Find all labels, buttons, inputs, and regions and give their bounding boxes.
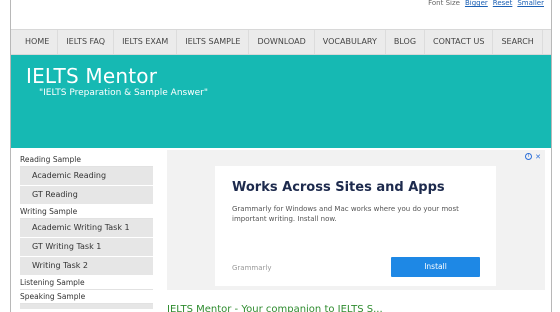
nav-blog[interactable]: BLOG bbox=[386, 30, 424, 54]
ad-advertiser: Grammarly bbox=[232, 264, 272, 272]
site-banner: IELTS Mentor "IELTS Preparation & Sample… bbox=[11, 55, 551, 148]
ad-close-icon[interactable]: ✕ bbox=[535, 153, 541, 161]
ad-install-button[interactable]: Install bbox=[391, 257, 480, 277]
ad-headline[interactable]: Works Across Sites and Apps bbox=[232, 180, 445, 195]
ad-card[interactable]: Works Across Sites and Apps Grammarly fo… bbox=[215, 166, 496, 286]
font-smaller-link[interactable]: Smaller bbox=[517, 0, 544, 7]
sidebar: Reading Sample Academic Reading GT Readi… bbox=[20, 153, 153, 310]
nav-home[interactable]: HOME bbox=[17, 30, 57, 54]
ad-choices[interactable]: i ✕ bbox=[525, 153, 541, 161]
nav-divider bbox=[541, 30, 543, 54]
site-title[interactable]: IELTS Mentor bbox=[26, 64, 157, 88]
nav-contact-us[interactable]: CONTACT US bbox=[425, 30, 492, 54]
nav-ielts-sample[interactable]: IELTS SAMPLE bbox=[177, 30, 248, 54]
nav-search[interactable]: SEARCH bbox=[493, 30, 541, 54]
main-nav: HOME IELTS FAQ IELTS EXAM IELTS SAMPLE D… bbox=[11, 29, 551, 55]
sidebar-item-writing-task-2[interactable]: Writing Task 2 bbox=[20, 257, 153, 276]
ad-block: i ✕ Works Across Sites and Apps Grammarl… bbox=[167, 150, 545, 290]
sidebar-item-gt-reading[interactable]: GT Reading bbox=[20, 186, 153, 205]
nav-vocabulary[interactable]: VOCABULARY bbox=[315, 30, 385, 54]
nav-ielts-exam[interactable]: IELTS EXAM bbox=[114, 30, 176, 54]
ad-info-icon[interactable]: i bbox=[525, 153, 533, 160]
sidebar-item-academic-writing-task-1[interactable]: Academic Writing Task 1 bbox=[20, 219, 153, 238]
font-reset-link[interactable]: Reset bbox=[493, 0, 513, 7]
right-border bbox=[551, 0, 552, 312]
page-heading: IELTS Mentor - Your companion to IELTS S… bbox=[167, 304, 383, 312]
font-size-bar: Font Size Bigger Reset Smaller bbox=[428, 0, 544, 12]
sidebar-item-academic-reading[interactable]: Academic Reading bbox=[20, 167, 153, 186]
font-bigger-link[interactable]: Bigger bbox=[465, 0, 488, 7]
ad-description: Grammarly for Windows and Mac works wher… bbox=[232, 205, 459, 223]
sidebar-item-gt-writing-task-1[interactable]: GT Writing Task 1 bbox=[20, 238, 153, 257]
sidebar-item-speaking-partial[interactable] bbox=[20, 304, 153, 310]
sidebar-heading-reading[interactable]: Reading Sample bbox=[20, 153, 153, 167]
nav-download[interactable]: DOWNLOAD bbox=[249, 30, 313, 54]
sidebar-heading-writing[interactable]: Writing Sample bbox=[20, 205, 153, 219]
sidebar-heading-speaking[interactable]: Speaking Sample bbox=[20, 290, 153, 304]
sidebar-heading-listening[interactable]: Listening Sample bbox=[20, 276, 153, 290]
font-size-label: Font Size bbox=[428, 0, 460, 7]
site-tagline: "IELTS Preparation & Sample Answer" bbox=[39, 88, 208, 98]
nav-ielts-faq[interactable]: IELTS FAQ bbox=[58, 30, 113, 54]
